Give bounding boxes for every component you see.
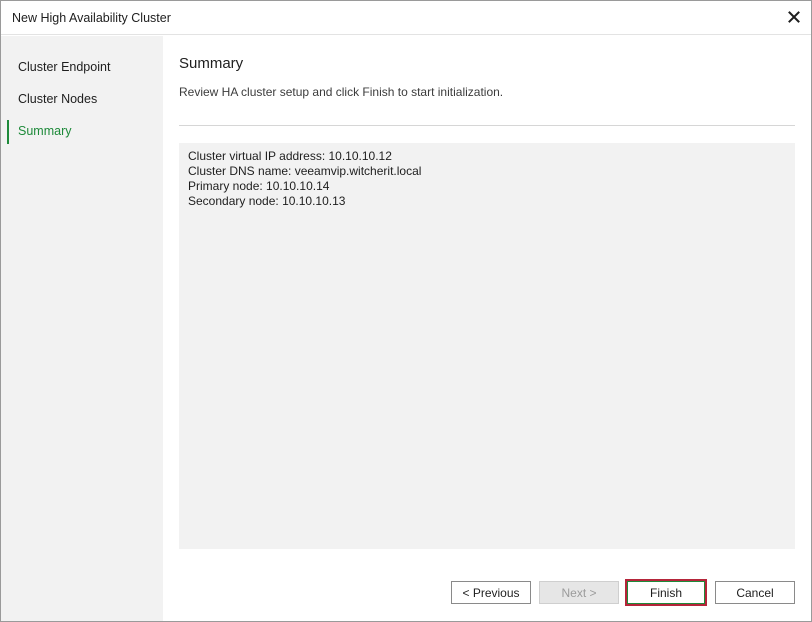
wizard-steps-sidebar: Cluster Endpoint Cluster Nodes Summary [1, 36, 163, 621]
page-subtitle: Review HA cluster setup and click Finish… [179, 85, 504, 99]
previous-button[interactable]: < Previous [451, 581, 531, 604]
window-title: New High Availability Cluster [12, 11, 171, 25]
next-button[interactable]: Next > [539, 581, 619, 604]
step-cluster-endpoint[interactable]: Cluster Endpoint [18, 60, 110, 74]
title-bar: New High Availability Cluster [1, 1, 811, 35]
page-title: Summary [179, 55, 244, 72]
summary-text-area[interactable]: Cluster virtual IP address: 10.10.10.12 … [179, 143, 795, 549]
summary-dns-name: Cluster DNS name: veeamvip.witcherit.loc… [188, 164, 422, 178]
close-button[interactable] [783, 6, 805, 28]
active-step-indicator [7, 120, 9, 144]
finish-button[interactable]: Finish [625, 579, 707, 606]
summary-secondary-node: Secondary node: 10.10.10.13 [188, 194, 346, 208]
summary-primary-node: Primary node: 10.10.10.14 [188, 179, 330, 193]
step-summary[interactable]: Summary [18, 124, 71, 138]
cancel-button[interactable]: Cancel [715, 581, 795, 604]
dialog-window: New High Availability Cluster Cluster En… [0, 0, 812, 622]
summary-virtual-ip: Cluster virtual IP address: 10.10.10.12 [188, 149, 392, 163]
header-divider [179, 125, 795, 126]
close-icon [788, 11, 800, 23]
step-cluster-nodes[interactable]: Cluster Nodes [18, 92, 97, 106]
main-content: Summary Review HA cluster setup and clic… [163, 36, 811, 621]
